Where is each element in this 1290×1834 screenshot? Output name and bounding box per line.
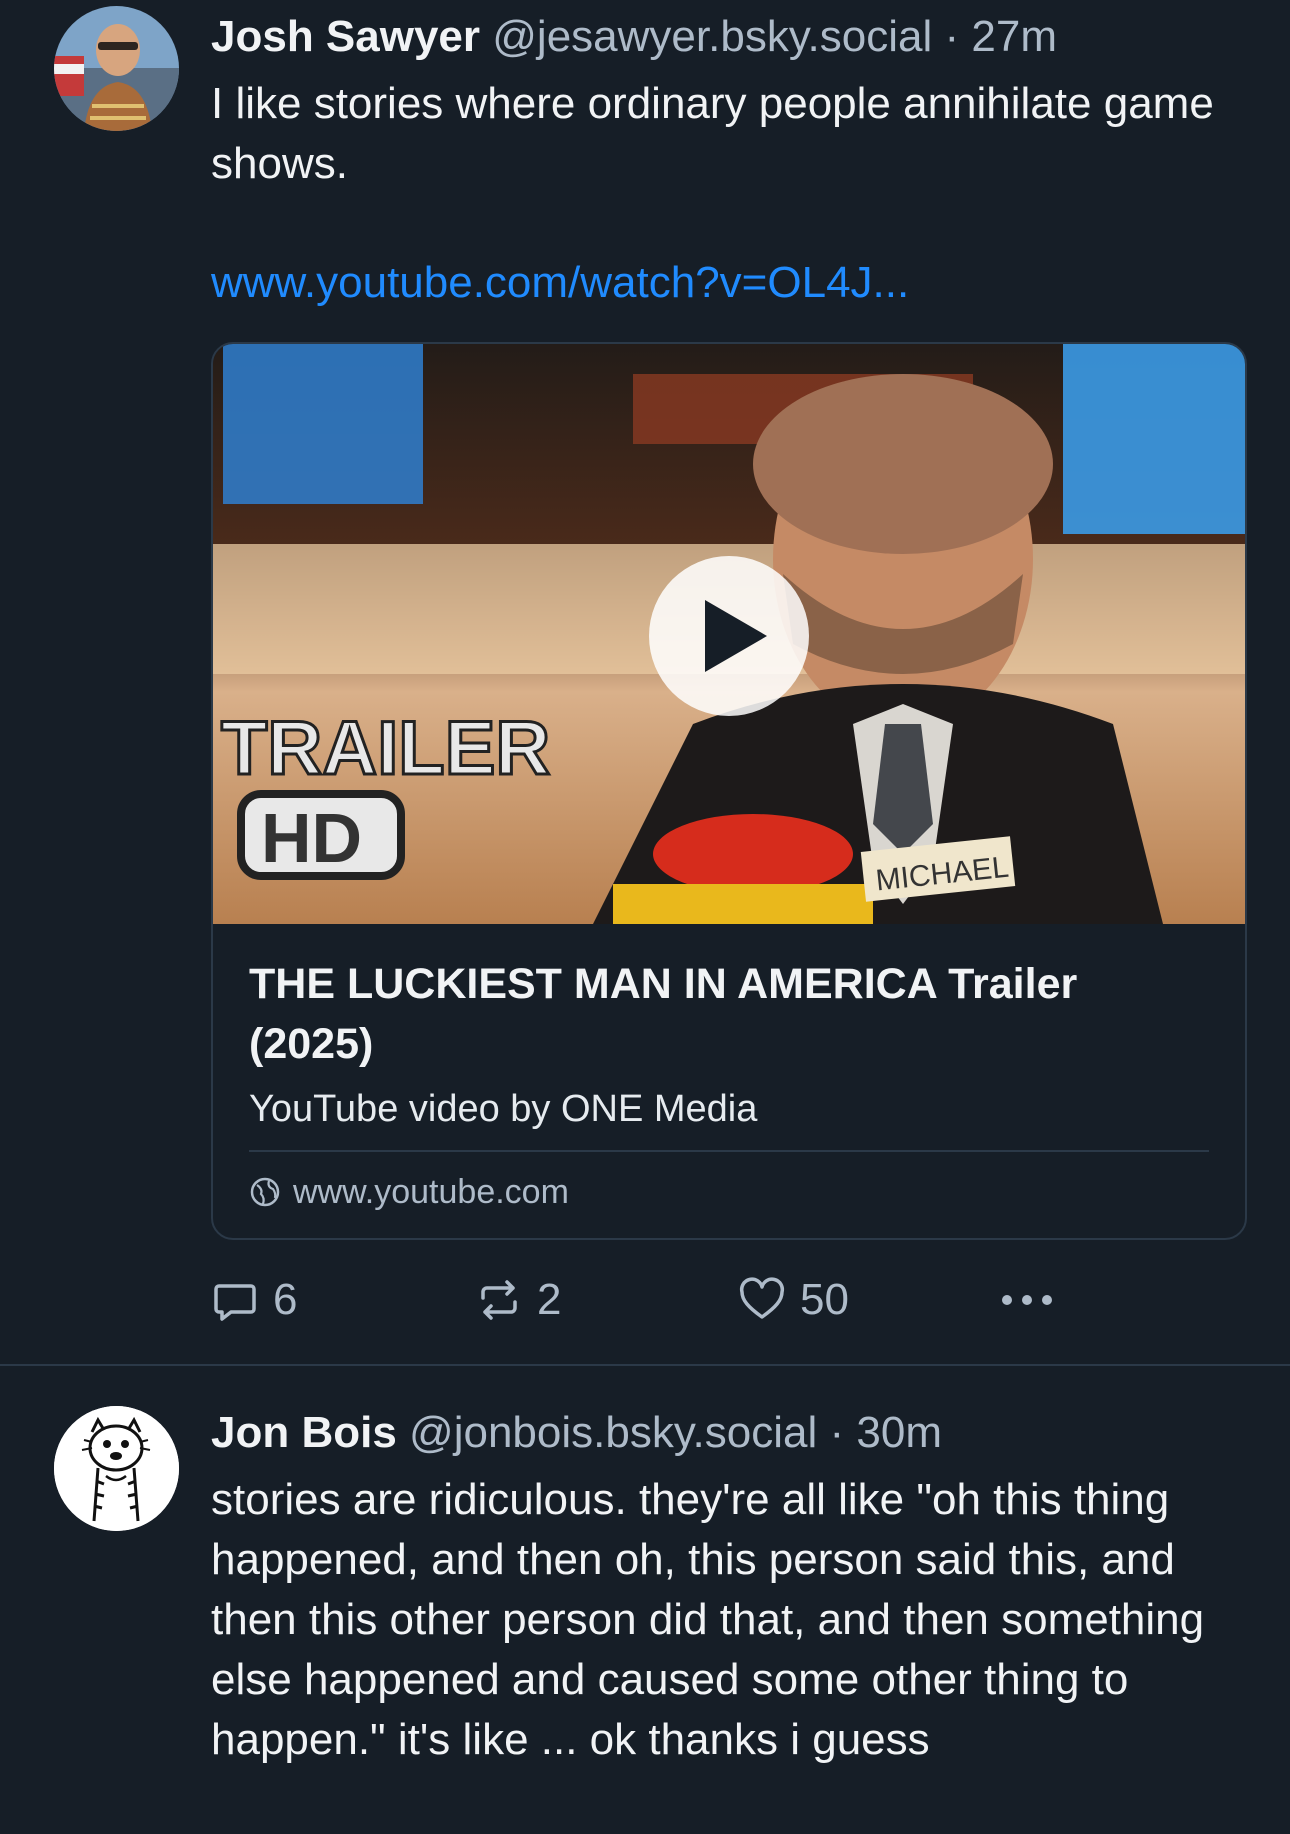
reply-button[interactable]: 6: [211, 1270, 297, 1330]
ellipsis-icon: [1002, 1295, 1052, 1305]
author-name[interactable]: Jon Bois: [211, 1408, 397, 1457]
speech-bubble-icon: [214, 1284, 256, 1321]
card-divider: [249, 1150, 1209, 1152]
separator-dot: ·: [944, 12, 960, 61]
link-card[interactable]: MICHAEL TRAILER HD THE LUCKIEST MAN IN A…: [211, 342, 1247, 1240]
post-header: Jon Bois @jonbois.bsky.social · 30m: [211, 1406, 942, 1460]
post-text: stories are ridiculous. they're all like…: [211, 1475, 1205, 1764]
card-description: YouTube video by ONE Media: [249, 1088, 758, 1130]
avatar-josh-sawyer[interactable]: [54, 6, 179, 131]
more-options-button[interactable]: [999, 1270, 1055, 1330]
like-count: 50: [800, 1275, 849, 1324]
post-text: I like stories where ordinary people ann…: [211, 79, 1214, 188]
avatar-tiger-drawing: [54, 1406, 179, 1531]
author-handle[interactable]: @jonbois.bsky.social: [409, 1408, 817, 1457]
card-domain: www.youtube.com: [249, 1170, 569, 1214]
repost-arrows-icon: [481, 1280, 517, 1320]
card-title[interactable]: THE LUCKIEST MAN IN AMERICA Trailer (202…: [249, 954, 1209, 1074]
like-button[interactable]: 50: [738, 1270, 849, 1330]
post-timestamp[interactable]: 27m: [971, 12, 1057, 61]
author-handle[interactable]: @jesawyer.bsky.social: [492, 12, 932, 61]
post-actions: 6 2 50: [211, 1270, 1111, 1330]
post-josh-sawyer[interactable]: Josh Sawyer @jesawyer.bsky.social · 27m …: [0, 0, 1290, 1364]
author-name[interactable]: Josh Sawyer: [211, 12, 480, 61]
card-domain-text: www.youtube.com: [293, 1173, 569, 1211]
avatar-jon-bois[interactable]: [54, 1406, 179, 1531]
post-header: Josh Sawyer @jesawyer.bsky.social · 27m: [211, 10, 1057, 64]
avatar-photo: [54, 6, 179, 131]
post-timestamp[interactable]: 30m: [856, 1408, 942, 1457]
play-button[interactable]: [649, 556, 809, 716]
reply-count: 6: [273, 1275, 298, 1324]
post-jon-bois[interactable]: Jon Bois @jonbois.bsky.social · 30m stor…: [0, 1366, 1290, 1834]
repost-button[interactable]: 2: [475, 1270, 561, 1330]
thumbnail-hd-text: HD: [261, 799, 362, 877]
heart-icon: [739, 1277, 785, 1319]
video-thumbnail[interactable]: MICHAEL TRAILER HD: [213, 344, 1245, 924]
globe-icon: [250, 1177, 280, 1207]
separator-dot: ·: [829, 1408, 845, 1457]
repost-count: 2: [537, 1275, 562, 1324]
play-icon: [705, 600, 767, 672]
thumbnail-trailer-text: TRAILER: [221, 706, 550, 791]
post-link[interactable]: www.youtube.com/watch?v=OL4J...: [211, 256, 909, 310]
